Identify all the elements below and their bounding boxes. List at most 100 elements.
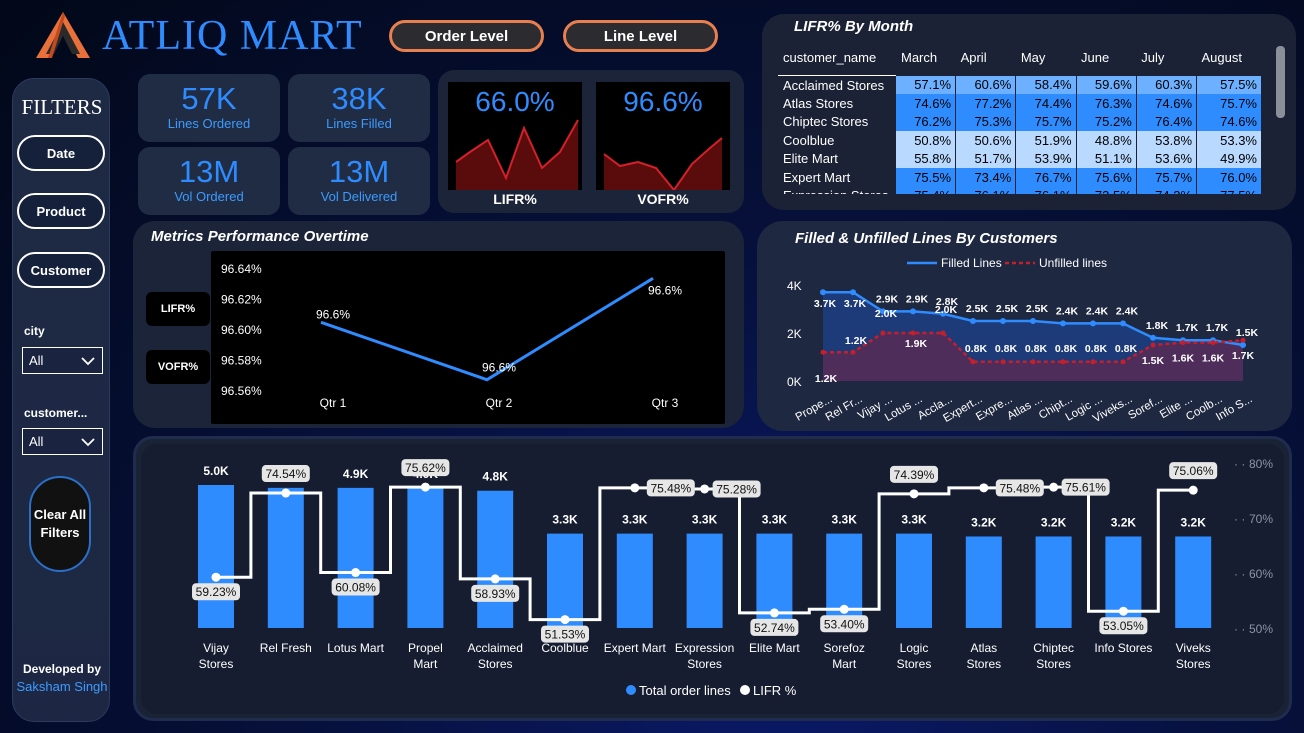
order-lines-bar [477,490,514,628]
order-lines-bar [616,533,653,628]
lifr-point [909,489,919,499]
lifr-cell: 58.4% [1015,75,1077,94]
x-category-label: Viveks Stores [1176,641,1211,671]
table-row[interactable]: Expression Stores75.4%76.1%76.1%73.5%74.… [778,186,1262,194]
customer-filter-button[interactable]: Customer [17,252,105,288]
lifr-cell: 55.8% [896,149,957,168]
bar-value-label: 3.3K [692,513,718,527]
y-tick-label: 0K [787,375,802,389]
order-lines-lifr-chart: · ·80%· ·70%· ·60%· ·50%5.0K4.9K4.9K4.9K… [192,457,1273,698]
column-header[interactable]: June [1076,50,1136,76]
y2-tick-label: 80% [1249,457,1273,471]
lifr-cell: 60.3% [1136,75,1198,94]
clear-all-filters-button[interactable]: Clear All Filters [29,476,91,572]
customer-slicer[interactable]: All [22,428,103,455]
order-lines-bar [686,533,723,628]
lifr-cell: 53.3% [1196,131,1262,150]
y2-tick-dots: · · [1234,567,1245,581]
table-row[interactable]: Elite Mart 55.8% 51.7% 53.9% 51.1% 53.6% 49.9% [778,149,1262,168]
x-category-label: Coolblue [541,641,589,655]
filled-point [910,308,916,315]
column-header[interactable]: July [1136,50,1196,76]
filled-point [1240,342,1246,348]
lifr-point [700,484,710,494]
table-row[interactable]: Acclaimed Stores 57.1% 60.6% 58.4% 59.6% 60.3… [778,75,1262,94]
city-slicer[interactable]: All [22,347,103,374]
x-category-label: Acclaimed Stores [468,641,523,671]
unfilled-point [1060,359,1066,365]
customer-name-cell: Acclaimed Stores [778,75,896,94]
fill-rate-spark-panel: 66.0% 96.6% LIFR% VOFR% [438,70,744,213]
unfilled-data-label: 0.8K [1025,343,1048,355]
y-tick-label: 2K [787,327,802,341]
product-filter-button[interactable]: Product [17,193,105,229]
column-header[interactable]: customer_name [778,50,896,76]
lifr-by-month-table: customer_name March April May June July August… [778,50,1262,194]
column-header[interactable]: April [956,50,1016,76]
lifr-point [1049,482,1059,492]
lifr-data-label: 75.62% [405,461,446,475]
column-header[interactable]: May [1016,50,1076,76]
filled-data-label: 2.5K [1026,303,1049,315]
filled-point [1120,320,1126,327]
unfilled-point [1180,340,1186,346]
filled-point [1090,320,1096,327]
lifr-cell: 48.8% [1076,131,1137,150]
x-tick-label: Qtr 1 [320,396,347,410]
order-lines-bar [1175,536,1212,628]
lifr-data-label: 74.39% [894,468,935,482]
column-header[interactable]: March [896,50,956,76]
filled-data-label: 1.7K [1176,322,1199,334]
y2-tick-label: 60% [1249,567,1273,581]
metrics-line-chart: 96.64% 96.62% 96.60% 96.58% 96.56% 96.6% 96.6%… [221,262,682,410]
lifr-cell: 51.1% [1076,149,1137,168]
city-slicer-label: city [24,324,45,338]
y2-tick-dots: · · [1234,457,1245,471]
table-scrollbar[interactable] [1276,46,1285,118]
legend-label: Filled Lines [941,256,1002,270]
table-row[interactable]: Atlas Stores 74.6% 77.2% 74.4% 76.3% 74.6% 75.… [778,94,1262,113]
filters-panel: FILTERS Date Product Customer city All c… [12,78,110,722]
lifr-data-label: 51.53% [545,628,586,642]
lifr-cell: 75.7% [1136,168,1198,187]
unfilled-point [970,359,976,365]
atliq-logo [36,12,90,58]
lifr-by-month-panel: LIFR% By Month customer_name March April Ma… [762,14,1296,210]
lifr-cell: 57.1% [896,75,957,94]
legend-label: Total order lines [639,683,731,698]
bar-value-label: 3.3K [901,513,927,527]
table-row[interactable]: Expert Mart 75.5% 73.4% 76.7% 75.6% 75.7% 76.0… [778,168,1262,187]
kpi-vol-delivered: 13M Vol Delivered [288,147,430,215]
column-header[interactable]: August [1197,50,1262,76]
lifr-cell: 74.4% [1015,94,1077,113]
filled-data-label: 2.5K [996,303,1019,315]
line-level-button[interactable]: Line Level [563,20,718,52]
unfilled-data-label: 0.8K [1115,343,1138,355]
filled-data-label: 2.5K [966,303,989,315]
lifr-cell: 76.0% [1196,168,1262,187]
lifr-data-label: 75.48% [650,481,691,495]
lifr-cell: 74.6% [896,94,957,113]
date-filter-button[interactable]: Date [17,135,105,171]
lifr-cell: 51.9% [1015,131,1077,150]
unfilled-point [1090,359,1096,365]
lifr-cell: 76.1% [955,186,1017,194]
lifr-metric-button[interactable]: LIFR% [146,292,210,326]
order-level-button[interactable]: Order Level [389,20,544,52]
vofr-label: VOFR% [637,191,689,207]
lifr-table-viewport[interactable]: customer_name March April May June July August… [762,14,1296,194]
order-lines-bar [337,487,374,628]
table-row[interactable]: Coolblue 50.8% 50.6% 51.9% 48.8% 53.8% 53.3% [778,131,1262,150]
order-lines-lifr-chart-area: · ·80%· ·70%· ·60%· ·50%5.0K4.9K4.9K4.9K… [141,444,1284,714]
x-category-label: Expression Stores [675,641,734,671]
vofr-metric-button[interactable]: VOFR% [146,350,210,384]
filled-data-label: 3.7K [814,298,837,310]
filled-point [1150,334,1156,341]
table-row[interactable]: Chiptec Stores 76.2% 75.3% 75.7% 75.2% 76.4% 7… [778,112,1262,131]
filled-data-label: 3.7K [844,298,867,310]
unfilled-point [940,330,946,336]
lifr-data-label: 75.28% [716,482,757,496]
lifr-data-label: 53.40% [824,617,865,631]
metrics-chart-area: 96.64% 96.62% 96.60% 96.58% 96.56% 96.6% 96.6%… [211,251,725,424]
y2-tick-label: 70% [1249,512,1273,526]
